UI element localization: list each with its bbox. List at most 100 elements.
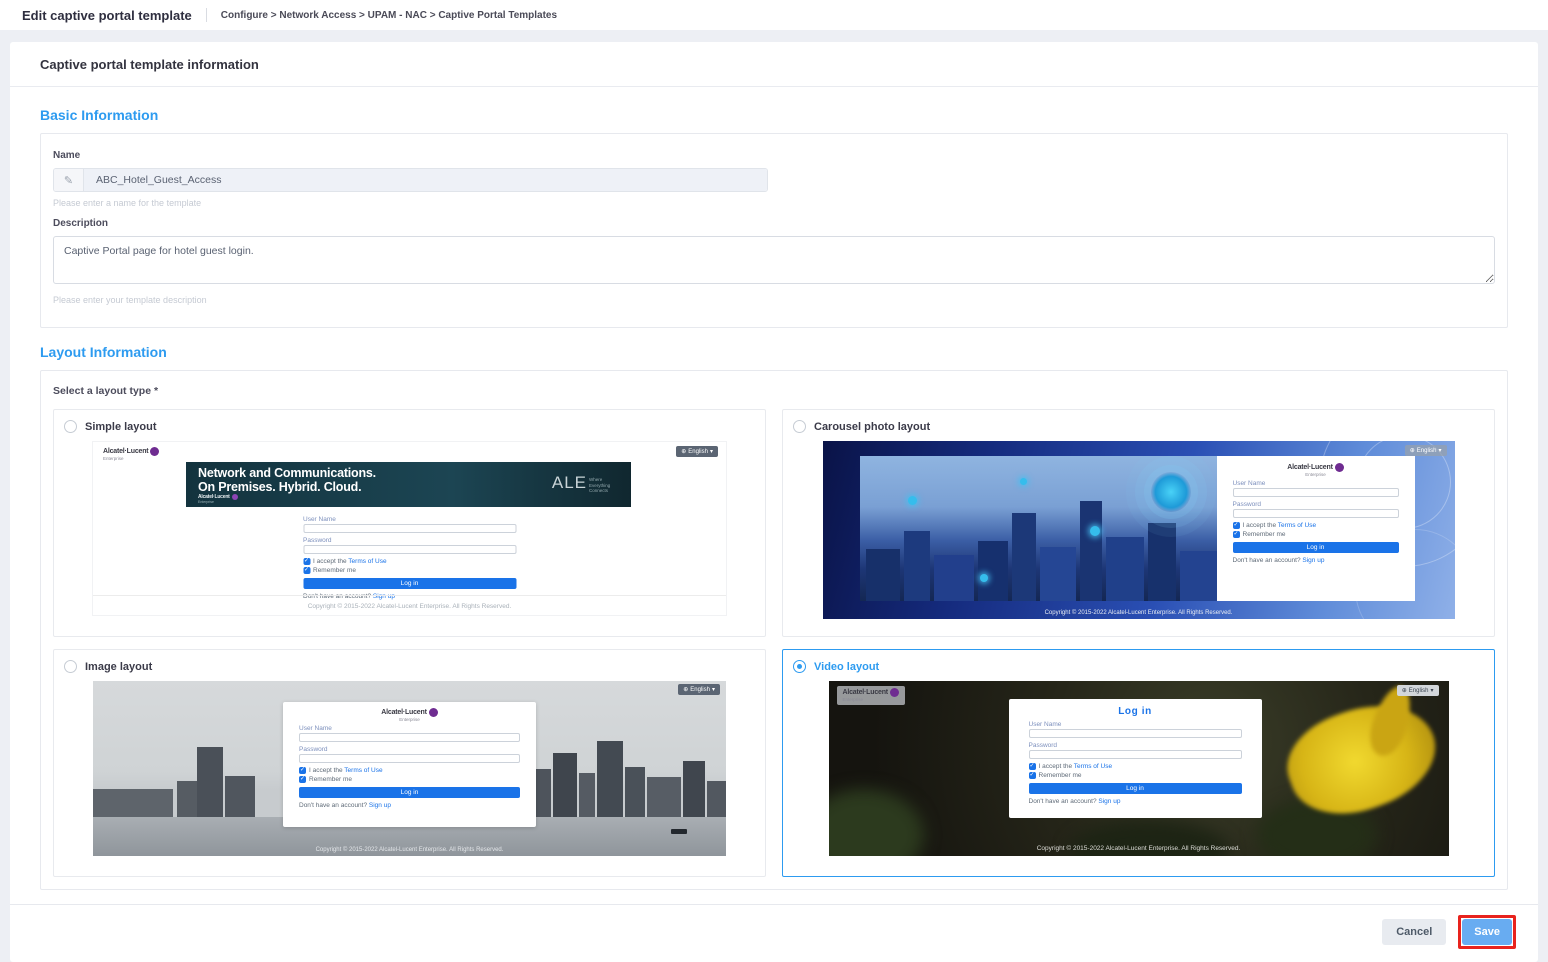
layout-type-label: Select a layout type * (53, 385, 1495, 397)
carousel-layout-label: Carousel photo layout (814, 421, 930, 433)
description-label: Description (53, 218, 1495, 229)
image-radio-row: Image layout (64, 660, 755, 673)
page-title: Edit captive portal template (22, 8, 192, 23)
checkbox-icon: ✓ (299, 776, 306, 783)
signup-link: Sign up (1302, 557, 1324, 564)
layout-option-carousel[interactable]: Carousel photo layout (782, 409, 1495, 637)
video-layout-preview: Alcatel·Lucent Enterprise ⊕English▾ Log … (829, 681, 1449, 856)
radio-simple[interactable] (64, 420, 77, 433)
signup-link: Sign up (369, 802, 391, 809)
divider (93, 595, 726, 596)
network-node-icon (1090, 526, 1100, 536)
form-actions: Cancel Save (10, 904, 1538, 962)
card-title: Captive portal template information (10, 42, 1538, 87)
checkbox-icon: ✓ (1233, 522, 1240, 529)
terms-checkbox-row: ✓ I accept the Terms of Use (1029, 763, 1242, 770)
brand-circle-icon (150, 447, 159, 456)
copyright-text: Copyright © 2015-2022 Alcatel-Lucent Ent… (93, 603, 726, 610)
remember-checkbox-row: ✓ Remember me (299, 776, 520, 783)
login-card: Log in User Name Password ✓ I accept the… (1009, 699, 1262, 818)
globe-icon: ⊕ (681, 448, 686, 455)
copyright-text: Copyright © 2015-2022 Alcatel-Lucent Ent… (829, 845, 1449, 852)
terms-link: Terms of Use (348, 558, 386, 565)
description-textarea[interactable]: Captive Portal page for hotel guest logi… (53, 236, 1495, 284)
network-node-icon (908, 496, 917, 505)
breadcrumb[interactable]: Configure > Network Access > UPAM - NAC … (221, 10, 557, 21)
signup-link: Sign up (373, 593, 395, 600)
image-layout-label: Image layout (85, 661, 152, 673)
building (647, 777, 681, 817)
login-card: Alcatel·Lucent Enterprise User Name Pass… (283, 702, 536, 827)
simple-layout-preview: Alcatel·Lucent Enterprise ⊕English▾ Netw… (92, 441, 727, 616)
layout-option-image[interactable]: Image layout (53, 649, 766, 877)
terms-link: Terms of Use (344, 767, 382, 774)
portal-login-form: User Name Password ✓ I accept the Terms … (299, 725, 520, 809)
building (707, 781, 726, 817)
network-node-icon (1020, 478, 1027, 485)
building (197, 747, 223, 817)
city-photo (860, 456, 1217, 601)
checkbox-icon: ✓ (303, 567, 310, 574)
simple-layout-label: Simple layout (85, 421, 157, 433)
globe-icon: ⊕ (683, 686, 688, 693)
ale-logo: ALE (552, 473, 587, 493)
layout-option-video[interactable]: Video layout Alcatel·Lucent Enterprise (782, 649, 1495, 877)
building (1148, 523, 1176, 601)
checkbox-icon: ✓ (1029, 772, 1036, 779)
password-label: Password (1233, 501, 1399, 508)
alcatel-lucent-logo: Alcatel·Lucent Enterprise (103, 447, 159, 461)
login-button-mock: Log in (1233, 542, 1399, 553)
building (597, 741, 623, 817)
password-input (1029, 750, 1242, 759)
building (904, 531, 930, 601)
portal-login-form: User Name Password ✓ I accept the Terms … (303, 516, 516, 600)
terms-checkbox-row: ✓ I accept the Terms of Use (303, 558, 516, 565)
terms-checkbox-row: ✓ I accept the Terms of Use (1233, 522, 1399, 529)
building (866, 549, 900, 601)
save-highlight-box: Save (1458, 915, 1516, 949)
layout-option-simple[interactable]: Simple layout Alcatel·Lucent Enterprise … (53, 409, 766, 637)
top-bar: Edit captive portal template Configure >… (0, 0, 1548, 30)
template-card: Captive portal template information Basi… (10, 42, 1538, 962)
brand-circle-icon (429, 708, 438, 717)
building (1180, 551, 1217, 601)
login-button-mock: Log in (303, 578, 516, 589)
video-radio-row: Video layout (793, 660, 1484, 673)
building (1040, 547, 1076, 601)
name-input[interactable] (84, 169, 767, 191)
save-button[interactable]: Save (1462, 919, 1512, 945)
language-selector: ⊕English▾ (676, 446, 718, 457)
banner-image: Network and Communications. On Premises.… (186, 462, 631, 507)
building (93, 789, 173, 817)
globe-icon: ⊕ (1410, 447, 1415, 454)
building (225, 776, 255, 817)
radio-image[interactable] (64, 660, 77, 673)
password-label: Password (303, 537, 516, 544)
checkbox-icon: ✓ (299, 767, 306, 774)
password-input (299, 754, 520, 763)
boat (671, 829, 687, 834)
name-label: Name (53, 150, 1495, 161)
password-label: Password (1029, 742, 1242, 749)
name-help-text: Please enter a name for the template (53, 198, 1495, 208)
name-input-group: ✎ (53, 168, 768, 192)
cancel-button[interactable]: Cancel (1382, 919, 1446, 945)
building (1106, 537, 1144, 601)
caret-down-icon: ▾ (712, 686, 715, 693)
simple-radio-row: Simple layout (64, 420, 755, 433)
language-selector: ⊕English▾ (1405, 445, 1447, 456)
remember-checkbox-row: ✓ Remember me (303, 567, 516, 574)
radio-carousel[interactable] (793, 420, 806, 433)
image-layout-preview: ⊕English▾ Alcatel·Lucent Enterprise User… (93, 681, 726, 856)
login-button-mock: Log in (1029, 783, 1242, 794)
alcatel-lucent-logo: Alcatel·Lucent Enterprise (837, 686, 905, 705)
radio-video[interactable] (793, 660, 806, 673)
alcatel-lucent-logo: Alcatel·Lucent Enterprise (198, 494, 238, 504)
brand-circle-icon (1335, 463, 1344, 472)
carousel-layout-preview: ⊕English▾ Alcatel·Lucent Enterprise User… (823, 441, 1455, 619)
username-input (299, 733, 520, 742)
password-label: Password (299, 746, 520, 753)
terms-link: Terms of Use (1074, 763, 1112, 770)
basic-info-panel: Name ✎ Please enter a name for the templ… (40, 133, 1508, 328)
layout-options-grid: Simple layout Alcatel·Lucent Enterprise … (53, 409, 1495, 877)
